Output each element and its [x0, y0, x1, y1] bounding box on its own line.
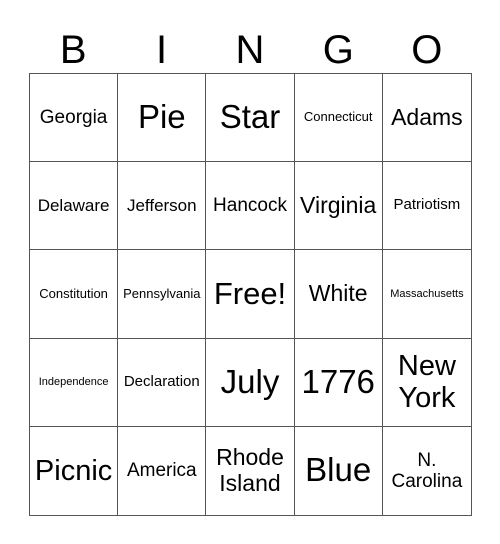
bingo-cell[interactable]: Hancock [206, 162, 295, 251]
bingo-cell[interactable]: Constitution [30, 250, 119, 339]
bingo-card: Georgia Pie Star Connecticut Adams Delaw… [29, 73, 472, 516]
bingo-cell[interactable]: Patriotism [382, 162, 471, 251]
bingo-cell[interactable]: Rhode Island [206, 426, 295, 515]
bingo-cell[interactable]: N. Carolina [383, 427, 471, 515]
header-letter-n: N [235, 28, 265, 72]
bingo-cell[interactable]: Delaware [30, 162, 119, 251]
bingo-cell[interactable]: Georgia [30, 74, 119, 163]
header-letter-g: G [322, 28, 354, 72]
bingo-cell[interactable]: Pennsylvania [118, 250, 207, 339]
bingo-cell[interactable]: America [118, 426, 207, 515]
bingo-cell[interactable]: Connecticut [294, 74, 383, 163]
free-space[interactable]: Free! [206, 250, 295, 339]
bingo-cell[interactable]: Jefferson [118, 162, 207, 251]
bingo-cell[interactable]: Massachusetts [382, 250, 471, 339]
bingo-cell[interactable]: Star [206, 74, 295, 163]
bingo-cell[interactable]: Adams [382, 74, 471, 163]
bingo-cell[interactable]: Declaration [118, 338, 207, 427]
header-letter-i: I [156, 28, 168, 72]
bingo-cell[interactable]: July [206, 338, 295, 427]
bingo-cell[interactable]: 1776 [294, 338, 383, 427]
bingo-cell[interactable]: Virginia [294, 162, 383, 251]
header-letter-o: O [411, 28, 443, 72]
bingo-cell[interactable]: White [294, 250, 383, 339]
bingo-cell[interactable]: Picnic [30, 426, 119, 515]
bingo-header: B I N G O [29, 28, 471, 72]
bingo-cell[interactable]: Independence [30, 338, 119, 427]
bingo-cell[interactable]: Pie [118, 74, 207, 163]
bingo-cell[interactable]: Blue [295, 426, 383, 515]
bingo-cell[interactable]: New York [382, 339, 471, 427]
header-letter-b: B [59, 28, 87, 72]
